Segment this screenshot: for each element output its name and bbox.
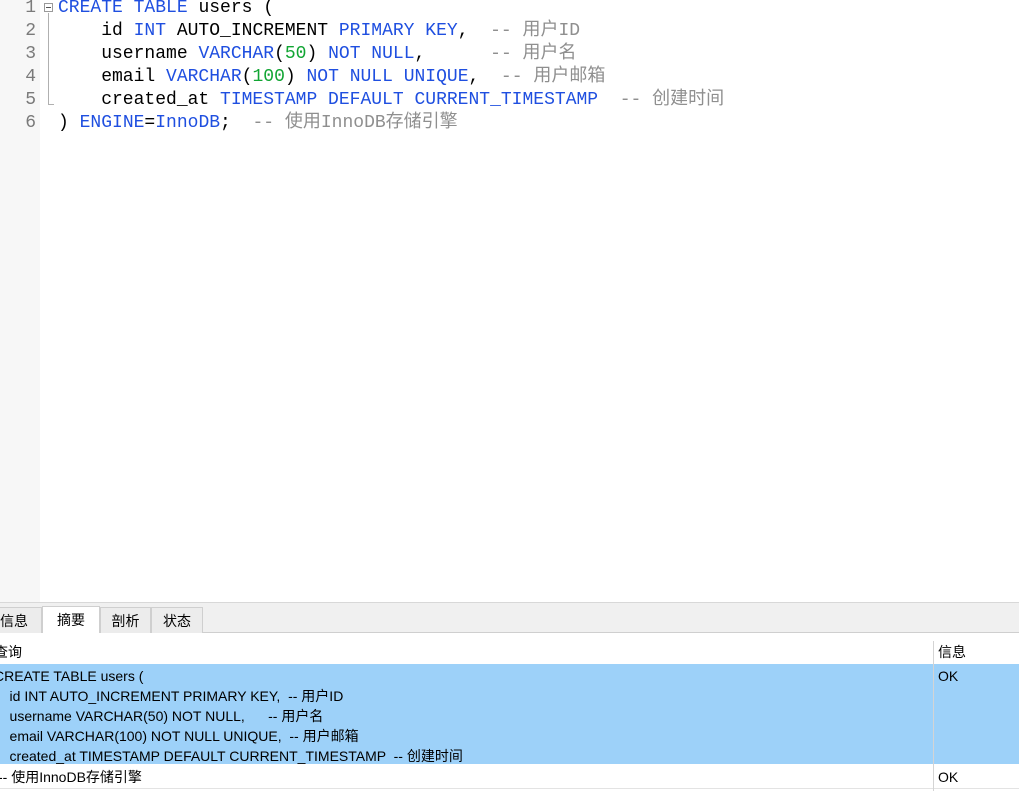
sql-comment: -- 创建时间 (619, 90, 725, 110)
fold-end-marker (48, 104, 54, 105)
query-text-line: email VARCHAR(100) NOT NULL UNIQUE, -- 用… (0, 728, 359, 744)
sql-text: ) (284, 67, 307, 87)
table-row[interactable]: -- 使用InnoDB存储引擎 OK (0, 766, 1019, 789)
sql-number: 100 (252, 67, 285, 87)
query-text-line: -- 使用InnoDB存储引擎 (0, 769, 142, 785)
line-number: 2 (25, 21, 36, 41)
query-text-line: id INT AUTO_INCREMENT PRIMARY KEY, -- 用户… (0, 688, 344, 704)
sql-text: = (144, 113, 156, 133)
code-line[interactable]: id INT AUTO_INCREMENT PRIMARY KEY, -- 用户… (58, 20, 580, 43)
sql-comment: -- 用户邮箱 (500, 67, 606, 87)
sql-keyword: NOT NULL UNIQUE (306, 67, 469, 87)
line-number: 6 (25, 113, 36, 133)
fold-collapse-icon[interactable] (44, 3, 53, 12)
sql-text: username (58, 44, 199, 64)
code-line[interactable]: email VARCHAR(100) NOT NULL UNIQUE, -- 用… (58, 66, 605, 89)
code-line[interactable]: CREATE TABLE users ( (58, 0, 274, 20)
status-cell: OK (938, 668, 959, 684)
result-tab-bar: 信息 摘要 剖析 状态 (0, 602, 1019, 635)
line-number: 5 (25, 90, 36, 110)
sql-editor[interactable]: 1 2 3 4 5 6 CREATE TABLE users ( id INT … (0, 0, 1019, 602)
tab-profile[interactable]: 剖析 (100, 607, 151, 634)
sql-keyword: INT (133, 21, 167, 41)
result-grid[interactable]: 查询 信息 CREATE TABLE users ( id INT AUTO_I… (0, 633, 1019, 809)
status-cell: OK (938, 769, 959, 785)
sql-number: 50 (284, 44, 307, 64)
sql-text: ( (274, 44, 285, 64)
sql-text: users ( (187, 0, 275, 18)
sql-keyword: NOT NULL (328, 44, 415, 64)
sql-keyword: VARCHAR (198, 44, 275, 64)
sql-text: , (457, 21, 491, 41)
line-number: 3 (25, 44, 36, 64)
code-line[interactable]: username VARCHAR(50) NOT NULL, -- 用户名 (58, 43, 577, 66)
sql-comment: -- 使用InnoDB存储引擎 (252, 113, 458, 133)
fold-guide-line (48, 13, 49, 105)
sql-keyword: InnoDB (155, 113, 221, 133)
sql-text: ( (241, 67, 253, 87)
sql-text: email (58, 67, 167, 87)
sql-text: ; (220, 113, 253, 133)
tab-info[interactable]: 信息 (0, 607, 42, 634)
table-row-selected[interactable]: CREATE TABLE users ( id INT AUTO_INCREME… (0, 664, 1019, 764)
sql-text: id (58, 21, 134, 41)
code-line[interactable]: created_at TIMESTAMP DEFAULT CURRENT_TIM… (58, 89, 724, 112)
line-number-gutter: 1 2 3 4 5 6 (0, 0, 40, 602)
sql-text: created_at (58, 90, 221, 110)
sql-keyword: TABLE (133, 0, 188, 18)
sql-text: ) (306, 44, 329, 64)
sql-text: AUTO_INCREMENT (166, 21, 339, 41)
query-text-line: username VARCHAR(50) NOT NULL, -- 用户名 (0, 708, 324, 724)
sql-keyword: CREATE (58, 0, 123, 18)
code-line[interactable]: ) ENGINE=InnoDB; -- 使用InnoDB存储引擎 (58, 112, 458, 135)
column-divider[interactable] (933, 641, 934, 791)
tab-status[interactable]: 状态 (151, 607, 203, 634)
sql-text: , (414, 44, 491, 64)
sql-keyword: VARCHAR (166, 67, 242, 87)
tab-summary[interactable]: 摘要 (42, 606, 100, 635)
column-header-info[interactable]: 信息 (938, 641, 966, 663)
column-header-query[interactable]: 查询 (0, 641, 22, 663)
sql-keyword: ENGINE (79, 113, 145, 133)
sql-text: , (468, 67, 501, 87)
query-text-line: CREATE TABLE users ( (0, 668, 144, 684)
sql-text: ) (58, 113, 80, 133)
sql-keyword: TIMESTAMP DEFAULT CURRENT_TIMESTAMP (220, 90, 599, 110)
sql-comment: -- 用户ID (490, 21, 581, 41)
line-number: 4 (25, 67, 36, 87)
sql-keyword: PRIMARY KEY (338, 21, 458, 41)
query-text-line: created_at TIMESTAMP DEFAULT CURRENT_TIM… (0, 748, 463, 764)
line-number: 1 (25, 0, 36, 18)
sql-comment: -- 用户名 (490, 44, 577, 64)
